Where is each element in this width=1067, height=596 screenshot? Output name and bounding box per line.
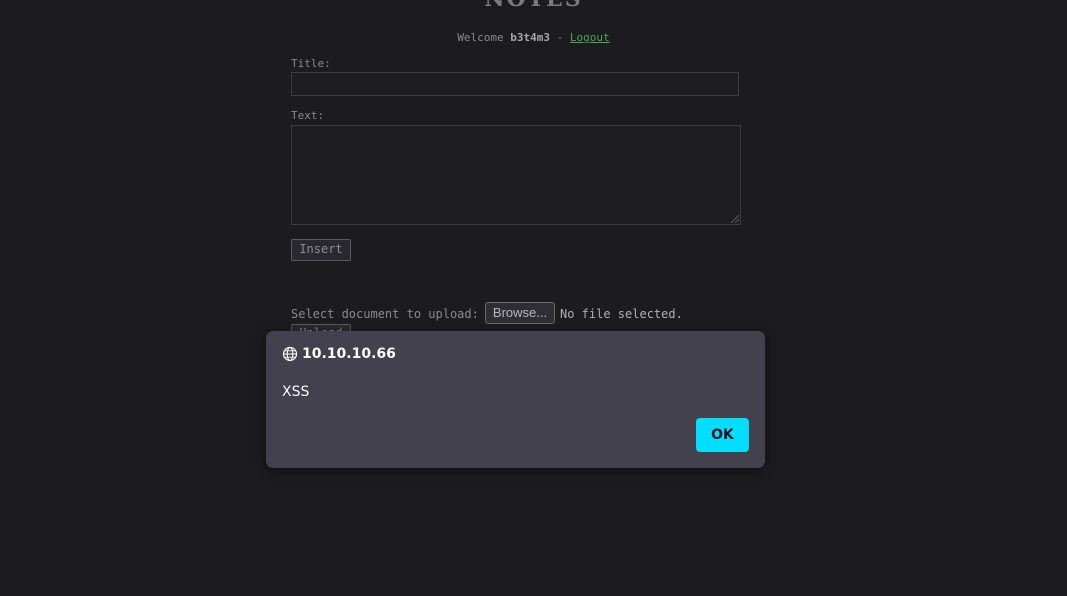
username: b3t4m3	[510, 31, 551, 44]
dialog-origin: 10.10.10.66	[302, 346, 396, 362]
ok-button[interactable]: OK	[696, 418, 749, 452]
welcome-prefix: Welcome	[457, 31, 511, 44]
insert-button[interactable]: Insert	[291, 239, 351, 261]
page: NOTES Welcome b3t4m3 - Logout Title: Tex…	[0, 0, 1067, 596]
title-input[interactable]	[291, 72, 739, 96]
resize-grip-icon[interactable]	[731, 215, 739, 223]
alert-dialog: 10.10.10.66 XSS OK	[266, 331, 765, 468]
page-title: NOTES	[0, 0, 1067, 12]
file-status: No file selected.	[560, 307, 683, 321]
welcome-line: Welcome b3t4m3 - Logout	[0, 31, 1067, 44]
text-area[interactable]	[291, 125, 741, 225]
welcome-separator: -	[550, 31, 570, 44]
logout-link[interactable]: Logout	[570, 31, 610, 44]
browse-button[interactable]: Browse...	[485, 302, 555, 324]
dialog-message: XSS	[282, 384, 310, 400]
text-label: Text:	[291, 109, 325, 122]
upload-label: Select document to upload:	[291, 307, 479, 321]
dialog-header: 10.10.10.66	[282, 346, 396, 362]
globe-icon	[282, 346, 298, 362]
title-label: Title:	[291, 57, 331, 70]
